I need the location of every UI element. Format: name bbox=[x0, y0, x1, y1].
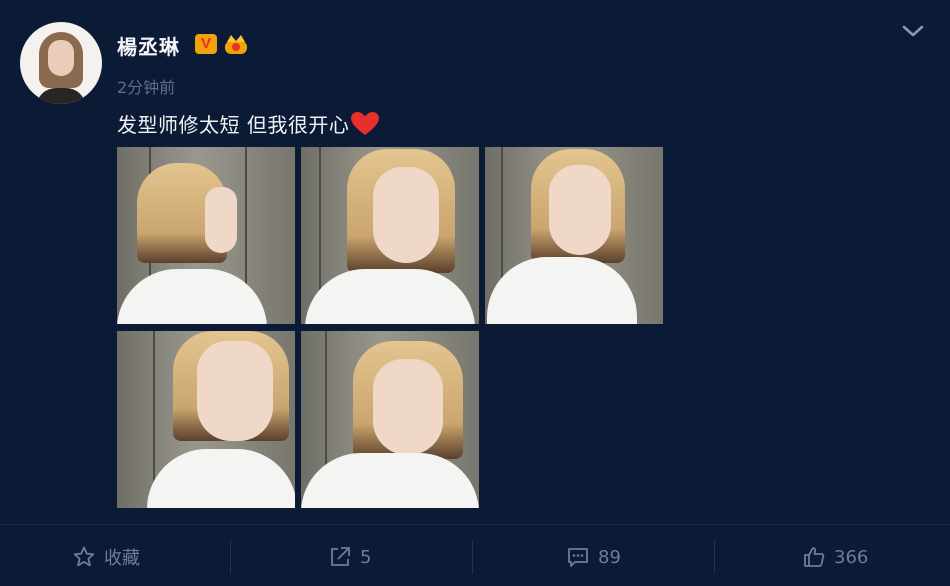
post-text-row: 发型师修太短 但我很开心 bbox=[117, 109, 380, 138]
face bbox=[373, 359, 443, 455]
share-icon bbox=[331, 547, 350, 566]
like-count: 366 bbox=[834, 546, 869, 568]
repost-button[interactable]: 5 bbox=[328, 540, 371, 574]
face bbox=[373, 167, 439, 263]
crown-icon bbox=[225, 35, 247, 54]
thumbs-up-icon bbox=[804, 547, 825, 567]
post-photo-3[interactable] bbox=[485, 147, 663, 324]
avatar[interactable] bbox=[20, 22, 102, 104]
action-separator bbox=[230, 540, 231, 574]
verified-v-icon: V bbox=[195, 34, 217, 54]
avatar-shirt bbox=[36, 88, 86, 104]
post-text: 发型师修太短 但我很开心 bbox=[117, 113, 350, 137]
comment-button[interactable]: 89 bbox=[566, 540, 621, 574]
chevron-down-icon[interactable] bbox=[901, 22, 925, 40]
post-photo-5[interactable] bbox=[301, 331, 479, 508]
face bbox=[549, 165, 611, 255]
face bbox=[205, 187, 237, 253]
heart-icon bbox=[351, 111, 380, 135]
favorite-button[interactable]: 收藏 bbox=[72, 540, 140, 574]
star-icon bbox=[73, 546, 95, 567]
action-separator bbox=[714, 540, 715, 574]
username[interactable]: 楊丞琳 bbox=[117, 31, 180, 60]
post-timestamp[interactable]: 2分钟前 bbox=[117, 74, 175, 98]
action-separator bbox=[472, 540, 473, 574]
comment-icon bbox=[568, 548, 588, 567]
face bbox=[197, 341, 273, 441]
avatar-face bbox=[48, 40, 74, 76]
weibo-post: 楊丞琳 V 2分钟前 发型师修太短 但我很开心 收藏 5 89 366 bbox=[0, 0, 950, 586]
post-photo-4[interactable] bbox=[117, 331, 295, 508]
favorite-label: 收藏 bbox=[104, 548, 140, 569]
repost-count: 5 bbox=[360, 546, 372, 568]
comment-count: 89 bbox=[598, 546, 621, 568]
action-bar-divider bbox=[0, 524, 950, 525]
post-photo-2[interactable] bbox=[301, 147, 479, 324]
post-photo-1[interactable] bbox=[117, 147, 295, 324]
like-button[interactable]: 366 bbox=[802, 540, 868, 574]
